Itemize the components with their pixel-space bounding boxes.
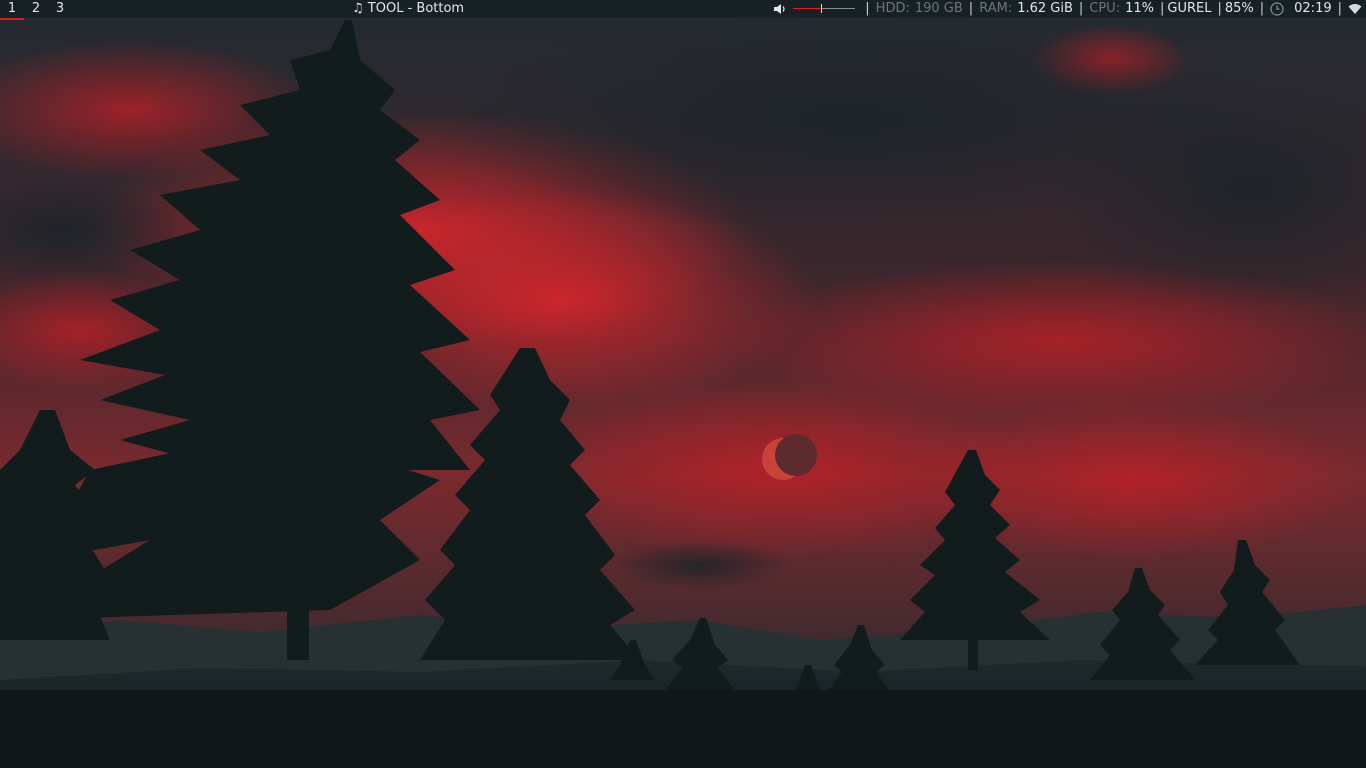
volume-slider[interactable] bbox=[793, 0, 856, 18]
now-playing-text: TOOL - Bottom bbox=[367, 1, 465, 16]
hdd-value: 190 GB bbox=[914, 1, 963, 16]
wifi-icon[interactable] bbox=[1348, 3, 1362, 15]
ram-module: RAM: 1.62 GiB bbox=[979, 0, 1073, 18]
battery-level: 85% bbox=[1224, 1, 1254, 16]
workspace-3[interactable]: 3 bbox=[48, 0, 72, 18]
top-status-bar: 1 2 3 ♫ TOOL - Bottom | HDD: 190 GB | RA… bbox=[0, 0, 1366, 20]
volume-fill bbox=[793, 8, 822, 9]
cpu-module: CPU: 11% bbox=[1089, 0, 1154, 18]
ram-value: 1.62 GiB bbox=[1017, 1, 1073, 16]
clock-time: 02:19 bbox=[1294, 1, 1332, 16]
workspace-1[interactable]: 1 bbox=[0, 0, 24, 20]
now-playing[interactable]: ♫ TOOL - Bottom bbox=[352, 0, 464, 18]
clock-module[interactable]: 02:19 bbox=[1270, 0, 1332, 18]
separator: | bbox=[1217, 1, 1222, 16]
separator: | bbox=[1078, 1, 1084, 16]
separator: | bbox=[865, 1, 870, 16]
clock-icon bbox=[1270, 2, 1284, 16]
speaker-icon[interactable] bbox=[773, 3, 787, 15]
volume-module[interactable] bbox=[773, 0, 859, 18]
wallpaper-red-sky-forest bbox=[0, 0, 1366, 768]
volume-knob[interactable] bbox=[821, 4, 823, 13]
separator: | bbox=[1159, 1, 1165, 16]
hdd-label: HDD: bbox=[875, 1, 910, 16]
music-note-icon: ♫ bbox=[352, 1, 364, 16]
cpu-label: CPU: bbox=[1089, 1, 1121, 16]
workspace-2[interactable]: 2 bbox=[24, 0, 48, 18]
status-modules: | HDD: 190 GB | RAM: 1.62 GiB | CPU: 11%… bbox=[773, 0, 1362, 18]
keyboard-layout[interactable]: GUREL bbox=[1167, 0, 1211, 18]
separator: | bbox=[968, 1, 974, 16]
desktop[interactable]: 1 2 3 ♫ TOOL - Bottom | HDD: 190 GB | RA… bbox=[0, 0, 1366, 768]
separator: | bbox=[1259, 1, 1265, 16]
cpu-value: 11% bbox=[1125, 1, 1154, 16]
ram-label: RAM: bbox=[979, 1, 1013, 16]
hdd-module: HDD: 190 GB bbox=[876, 0, 963, 18]
separator: | bbox=[1337, 1, 1342, 16]
